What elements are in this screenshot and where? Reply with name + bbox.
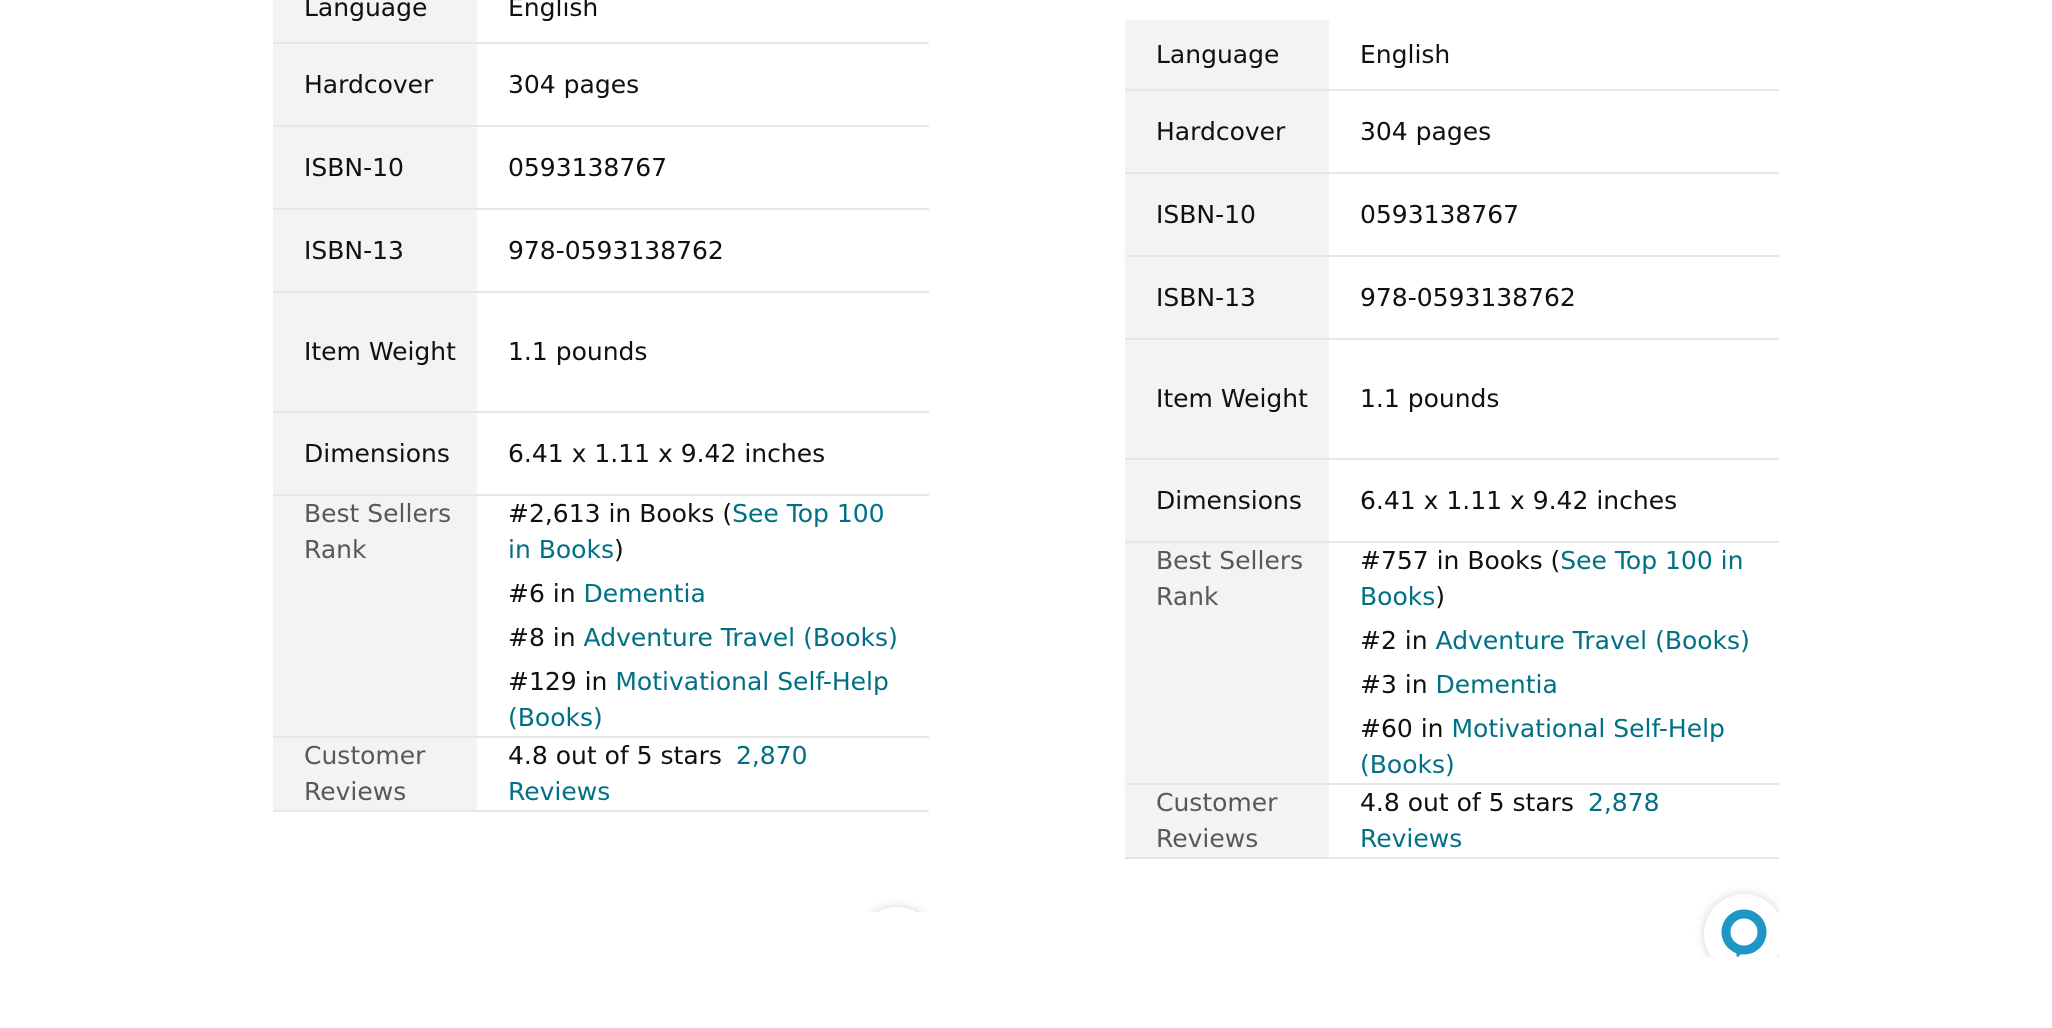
detail-row-hardcover: Hardcover 304 pages	[273, 43, 929, 127]
detail-row-customer-reviews: Customer Reviews 4.8 out of 5 stars 2,870…	[273, 737, 929, 812]
product-details-table: Language English Hardcover 304 pages ISB…	[273, 0, 929, 812]
detail-row-isbn10: ISBN-10 0593138767	[1125, 173, 1779, 257]
detail-value: 0593138767	[477, 126, 929, 210]
detail-row-hardcover: Hardcover 304 pages	[1125, 90, 1779, 174]
rank-text: )	[1435, 582, 1446, 611]
product-details-table: Language English Hardcover 304 pages ISB…	[1125, 20, 1779, 859]
category-link[interactable]: Adventure Travel (Books)	[584, 623, 898, 652]
rank-text: )	[613, 535, 624, 564]
rank-text: #129 in	[508, 667, 616, 696]
detail-label: Dimensions	[273, 412, 477, 496]
detail-label: Hardcover	[273, 43, 477, 127]
detail-value: 304 pages	[477, 43, 929, 127]
detail-row-best-sellers-rank: Best Sellers Rank #757 in Books (See Top…	[1125, 542, 1779, 785]
detail-label: Best Sellers Rank	[273, 495, 477, 738]
detail-row-language: Language English	[1125, 20, 1779, 91]
detail-label: ISBN-10	[273, 126, 477, 210]
detail-label: ISBN-13	[273, 209, 477, 293]
rank-text: #757 in Books (	[1360, 546, 1561, 575]
rank-item: #757 in Books (See Top 100 in Books)	[1360, 543, 1755, 615]
detail-value: 6.41 x 1.11 x 9.42 inches	[477, 412, 929, 496]
rank-item: #3 in Dementia	[1360, 667, 1755, 703]
rank-text: #2 in	[1360, 626, 1436, 655]
category-link[interactable]: Dementia	[1436, 670, 1558, 699]
detail-value: 0593138767	[1329, 173, 1779, 257]
rank-item: #2,613 in Books (See Top 100 in Books)	[508, 496, 905, 568]
best-sellers-rank-list: #2,613 in Books (See Top 100 in Books) #…	[477, 495, 929, 738]
product-details-panel-left: Language English Hardcover 304 pages ISB…	[273, 0, 929, 912]
detail-label: ISBN-10	[1125, 173, 1329, 257]
detail-label: ISBN-13	[1125, 256, 1329, 340]
rank-item: #60 in Motivational Self-Help (Books)	[1360, 711, 1755, 783]
detail-label: Item Weight	[273, 292, 477, 413]
detail-label: Item Weight	[1125, 339, 1329, 460]
detail-row-isbn13: ISBN-13 978-0593138762	[273, 209, 929, 293]
detail-row-isbn13: ISBN-13 978-0593138762	[1125, 256, 1779, 340]
rank-text: #60 in	[1360, 714, 1452, 743]
detail-value: English	[477, 0, 929, 44]
detail-row-dimensions: Dimensions 6.41 x 1.11 x 9.42 inches	[273, 412, 929, 496]
detail-value: 1.1 pounds	[1329, 339, 1779, 460]
detail-label: Customer Reviews	[273, 737, 477, 812]
detail-row-isbn10: ISBN-10 0593138767	[273, 126, 929, 210]
detail-row-best-sellers-rank: Best Sellers Rank #2,613 in Books (See T…	[273, 495, 929, 738]
customer-reviews-value: 4.8 out of 5 stars 2,878 Reviews	[1329, 784, 1779, 859]
rank-text: #3 in	[1360, 670, 1436, 699]
detail-value: 978-0593138762	[477, 209, 929, 293]
detail-value: 1.1 pounds	[477, 292, 929, 413]
detail-label: Dimensions	[1125, 459, 1329, 543]
category-link[interactable]: Dementia	[584, 579, 706, 608]
detail-row-customer-reviews: Customer Reviews 4.8 out of 5 stars 2,878…	[1125, 784, 1779, 859]
detail-value: 6.41 x 1.11 x 9.42 inches	[1329, 459, 1779, 543]
rank-item: #129 in Motivational Self-Help (Books)	[508, 664, 905, 736]
alexa-button[interactable]	[857, 907, 929, 912]
rank-text: #8 in	[508, 623, 584, 652]
customer-reviews-value: 4.8 out of 5 stars 2,870 Reviews	[477, 737, 929, 812]
category-link[interactable]: Adventure Travel (Books)	[1436, 626, 1750, 655]
rank-text: #6 in	[508, 579, 584, 608]
alexa-button[interactable]	[1704, 894, 1779, 957]
detail-label: Customer Reviews	[1125, 784, 1329, 859]
rating-text: 4.8 out of 5 stars	[1360, 788, 1574, 817]
detail-label: Language	[1125, 20, 1329, 91]
detail-value: English	[1329, 20, 1779, 91]
rating-text: 4.8 out of 5 stars	[508, 741, 722, 770]
product-details-panel-right: Language English Hardcover 304 pages ISB…	[1125, 20, 1779, 957]
detail-row-language: Language English	[273, 0, 929, 44]
rank-text: #2,613 in Books (	[508, 499, 733, 528]
rank-item: #6 in Dementia	[508, 576, 905, 612]
best-sellers-rank-list: #757 in Books (See Top 100 in Books) #2 …	[1329, 542, 1779, 785]
rank-item: #8 in Adventure Travel (Books)	[508, 620, 905, 656]
alexa-icon	[1721, 909, 1767, 957]
detail-row-dimensions: Dimensions 6.41 x 1.11 x 9.42 inches	[1125, 459, 1779, 543]
detail-value: 978-0593138762	[1329, 256, 1779, 340]
detail-label: Language	[273, 0, 477, 44]
detail-value: 304 pages	[1329, 90, 1779, 174]
rank-item: #2 in Adventure Travel (Books)	[1360, 623, 1755, 659]
detail-label: Hardcover	[1125, 90, 1329, 174]
detail-label: Best Sellers Rank	[1125, 542, 1329, 785]
detail-row-item-weight: Item Weight 1.1 pounds	[273, 292, 929, 413]
detail-row-item-weight: Item Weight 1.1 pounds	[1125, 339, 1779, 460]
